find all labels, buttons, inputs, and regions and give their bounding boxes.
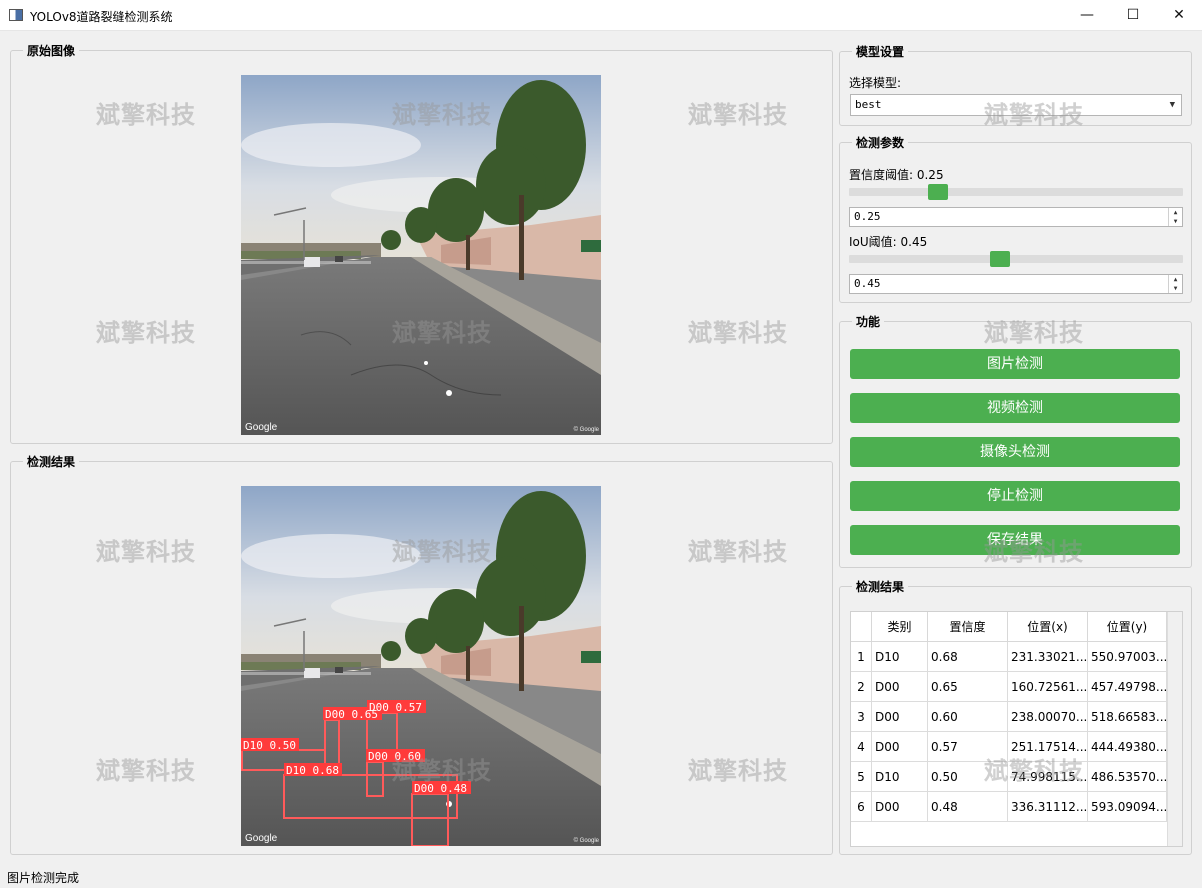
select-model-label: 选择模型: (849, 76, 902, 90)
results-title: 检测结果 (852, 578, 909, 595)
results-table[interactable]: 类别 置信度 位置(x) 位置(y) 1 D10 0.68 231.33021... 5… (850, 611, 1183, 847)
cell-x: 231.33021... (1008, 642, 1088, 672)
save-results-button[interactable]: 保存结果 (850, 525, 1180, 555)
functions-title: 功能 (852, 313, 885, 330)
status-text: 图片检测完成 (7, 871, 80, 885)
model-select-value: best (855, 98, 882, 111)
result-image-panel: 检测结果 D00 0.57 D00 0.65 D10 0.50 D10 0.68… (10, 453, 833, 855)
conf-spinbox[interactable]: 0.25 ▲ ▼ (849, 207, 1183, 227)
iou-slider-handle[interactable] (990, 251, 1011, 267)
original-image: Google © Google (241, 75, 601, 435)
conf-slider-handle[interactable] (927, 184, 948, 200)
cell-confidence: 0.57 (928, 732, 1008, 762)
conf-spinbox-value: 0.25 (854, 210, 881, 223)
cell-y: 518.66583... (1088, 702, 1167, 732)
google-mark: Google (245, 422, 278, 433)
row-number: 5 (851, 762, 872, 792)
detection-label: D10 0.50 (243, 739, 296, 752)
cell-class: D00 (872, 732, 928, 762)
cell-confidence: 0.48 (928, 792, 1008, 822)
table-corner (851, 612, 872, 642)
camera-detect-button[interactable]: 摄像头检测 (850, 437, 1180, 467)
table-scrollbar[interactable] (1167, 612, 1182, 846)
detection-label: D00 0.65 (325, 708, 378, 721)
functions-panel: 功能 图片检测 视频检测 摄像头检测 停止检测 保存结果 (839, 313, 1192, 568)
row-number: 4 (851, 732, 872, 762)
iou-slider[interactable] (849, 251, 1183, 267)
table-row[interactable]: 4 D00 0.57 251.17514... 444.49380... (851, 732, 1167, 762)
table-row[interactable]: 2 D00 0.65 160.72561... 457.49798... (851, 672, 1167, 702)
cell-x: 336.31112... (1008, 792, 1088, 822)
chevron-down-icon: ▼ (1169, 100, 1175, 110)
detection-label: D00 0.48 (414, 782, 467, 795)
copyright-mark: © Google (573, 427, 599, 433)
copyright-mark: © Google (573, 838, 599, 844)
table-row[interactable]: 3 D00 0.60 238.00070... 518.66583... (851, 702, 1167, 732)
conf-slider[interactable] (849, 184, 1183, 200)
cell-confidence: 0.50 (928, 762, 1008, 792)
cell-confidence: 0.65 (928, 672, 1008, 702)
close-button[interactable]: ✕ (1156, 0, 1202, 31)
cell-class: D00 (872, 792, 928, 822)
cell-confidence: 0.68 (928, 642, 1008, 672)
spin-arrows-icon[interactable]: ▲ ▼ (1168, 275, 1182, 293)
table-row[interactable]: 5 D10 0.50 74.998115... 486.53570... (851, 762, 1167, 792)
table-row[interactable]: 1 D10 0.68 231.33021... 550.97003... (851, 642, 1167, 672)
row-number: 3 (851, 702, 872, 732)
table-row[interactable]: 6 D00 0.48 336.31112... 593.09094... (851, 792, 1167, 822)
video-detect-button[interactable]: 视频检测 (850, 393, 1180, 423)
row-number: 1 (851, 642, 872, 672)
result-image: D00 0.57 D00 0.65 D10 0.50 D10 0.68 D00 … (241, 486, 601, 846)
cell-confidence: 0.60 (928, 702, 1008, 732)
column-header-x[interactable]: 位置(x) (1008, 612, 1088, 642)
cell-class: D10 (872, 642, 928, 672)
image-detect-button[interactable]: 图片检测 (850, 349, 1180, 379)
detect-params-title: 检测参数 (852, 134, 909, 151)
column-header-y[interactable]: 位置(y) (1088, 612, 1167, 642)
cell-x: 238.00070... (1008, 702, 1088, 732)
conf-threshold-label: 置信度阈值: 0.25 (849, 168, 944, 182)
row-number: 6 (851, 792, 872, 822)
spin-arrows-icon[interactable]: ▲ ▼ (1168, 208, 1182, 226)
model-settings-title: 模型设置 (852, 43, 909, 60)
cell-y: 444.49380... (1088, 732, 1167, 762)
street-photo-detected: D00 0.57 D00 0.65 D10 0.50 D10 0.68 D00 … (241, 486, 601, 846)
column-header-class[interactable]: 类别 (872, 612, 928, 642)
cell-x: 251.17514... (1008, 732, 1088, 762)
stop-detect-button[interactable]: 停止检测 (850, 481, 1180, 511)
detection-label: D00 0.60 (368, 750, 421, 763)
original-image-title: 原始图像 (23, 42, 80, 59)
cell-y: 486.53570... (1088, 762, 1167, 792)
iou-spinbox[interactable]: 0.45 ▲ ▼ (849, 274, 1183, 294)
original-image-panel: 原始图像 Google © Google (10, 42, 833, 444)
result-image-title: 检测结果 (23, 453, 80, 470)
detect-params-panel: 检测参数 置信度阈值: 0.25 0.25 ▲ ▼ IoU阈值: 0.45 0.4… (839, 134, 1192, 303)
cell-x: 74.998115... (1008, 762, 1088, 792)
model-select[interactable]: best ▼ (850, 94, 1182, 116)
maximize-button[interactable]: ☐ (1110, 0, 1156, 31)
row-number: 2 (851, 672, 872, 702)
app-icon (9, 9, 23, 21)
google-mark: Google (245, 833, 278, 844)
iou-spinbox-value: 0.45 (854, 277, 881, 290)
iou-threshold-label: IoU阈值: 0.45 (849, 235, 928, 249)
cell-x: 160.72561... (1008, 672, 1088, 702)
street-photo (241, 75, 601, 435)
results-panel: 检测结果 类别 置信度 位置(x) 位置(y) 1 D10 0.68 231.3302… (839, 578, 1192, 855)
cell-y: 457.49798... (1088, 672, 1167, 702)
detection-label: D10 0.68 (286, 764, 339, 777)
cell-class: D00 (872, 702, 928, 732)
title-bar: YOLOv8道路裂缝检测系统 — ☐ ✕ (0, 0, 1202, 31)
minimize-button[interactable]: — (1064, 0, 1110, 31)
cell-class: D00 (872, 672, 928, 702)
cell-class: D10 (872, 762, 928, 792)
cell-y: 550.97003... (1088, 642, 1167, 672)
window-title: YOLOv8道路裂缝检测系统 (30, 10, 173, 24)
cell-y: 593.09094... (1088, 792, 1167, 822)
column-header-confidence[interactable]: 置信度 (928, 612, 1008, 642)
model-settings-panel: 模型设置 选择模型: best ▼ (839, 43, 1192, 126)
